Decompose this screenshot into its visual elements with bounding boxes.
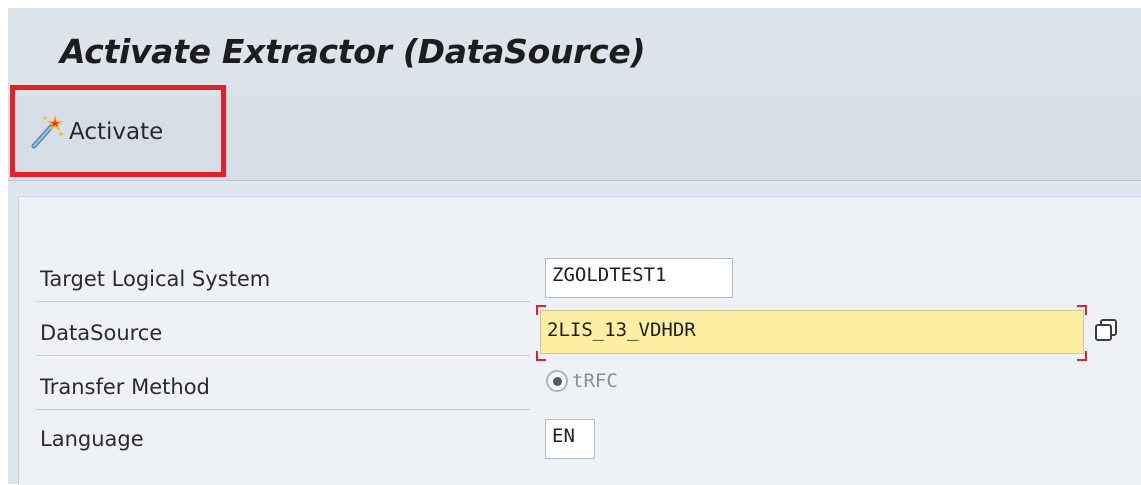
row-divider (36, 301, 530, 302)
datasource-field[interactable]: 2LIS_13_VDHDR (540, 310, 1084, 354)
row-divider (36, 409, 530, 410)
datasource-label: DataSource (40, 321, 163, 345)
row-divider (36, 355, 530, 356)
page-title: Activate Extractor (DataSource) (60, 32, 646, 71)
activate-label: Activate (69, 119, 164, 145)
target-logical-system-label: Target Logical System (40, 267, 271, 291)
required-marker-top-right (1077, 305, 1087, 315)
radio-button-selected[interactable] (546, 370, 568, 392)
language-field[interactable]: EN (545, 419, 595, 459)
application-toolbar (8, 96, 1141, 181)
transfer-method-option: tRFC (572, 370, 618, 392)
magic-wand-icon (26, 112, 66, 152)
value-help-button[interactable] (1090, 316, 1122, 348)
title-bar: Activate Extractor (DataSource) (8, 8, 1141, 97)
language-label: Language (40, 427, 144, 451)
required-marker-bottom-left (536, 351, 546, 361)
required-marker-bottom-right (1077, 351, 1087, 361)
value-help-icon (1093, 317, 1119, 347)
activate-button[interactable]: Activate (26, 108, 163, 156)
target-logical-system-field[interactable]: ZGOLDTEST1 (545, 258, 733, 298)
radio-dot (552, 376, 562, 386)
transfer-method-label: Transfer Method (40, 375, 210, 399)
transfer-method-radio[interactable]: tRFC (546, 370, 618, 392)
required-marker-top-left (536, 305, 546, 315)
